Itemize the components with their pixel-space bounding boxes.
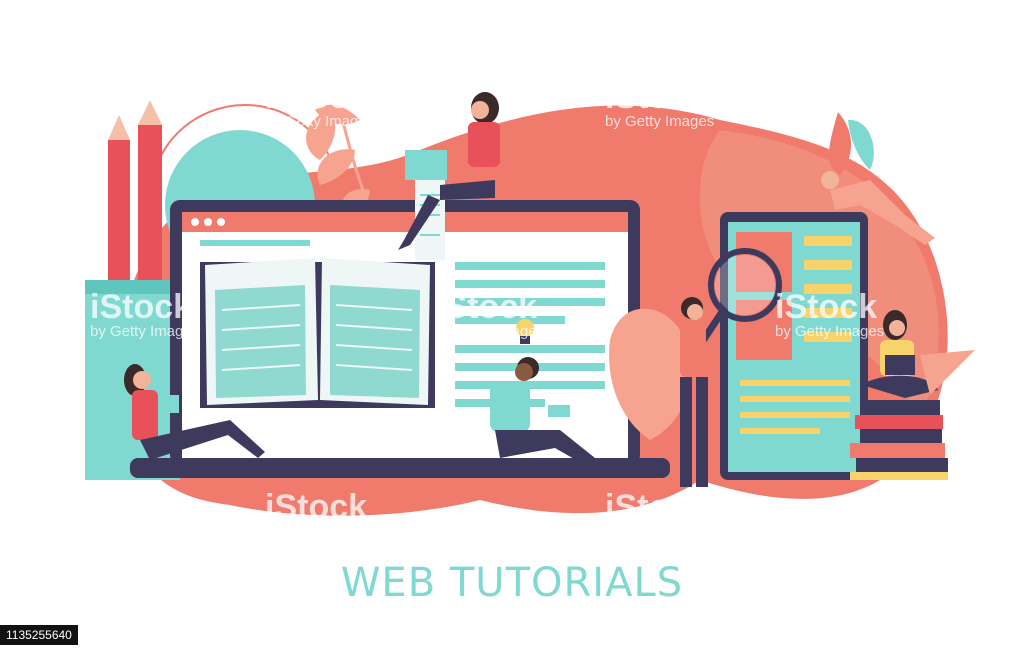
illustration bbox=[85, 92, 975, 516]
stock-bar bbox=[0, 622, 1024, 653]
page-title: WEB TUTORIALS bbox=[340, 560, 684, 606]
book-stack bbox=[850, 400, 948, 480]
stock-id-badge: 1135255640 bbox=[0, 625, 78, 645]
